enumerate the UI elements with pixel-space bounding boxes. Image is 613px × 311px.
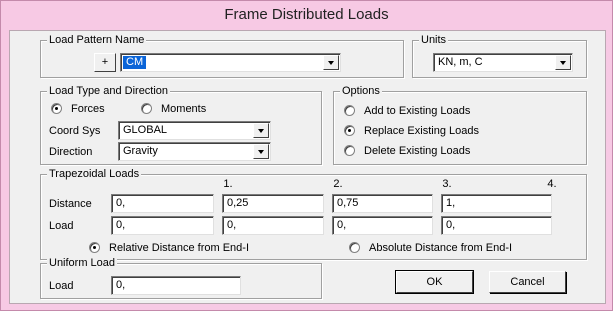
load-type-group: Load Type and Direction Forces Moments C…	[40, 84, 322, 165]
direction-combobox[interactable]: Gravity	[118, 142, 271, 161]
column-header-3: 3.	[442, 178, 452, 190]
options-legend: Options	[340, 84, 382, 98]
moments-label: Moments	[161, 103, 207, 115]
forces-radio[interactable]: Forces	[51, 102, 105, 116]
load-2-input[interactable]: 0,	[222, 216, 324, 235]
delete-existing-radio[interactable]: Delete Existing Loads	[344, 144, 470, 158]
add-load-pattern-button[interactable]: +	[94, 53, 116, 72]
distance-3-input[interactable]: 0,75	[332, 194, 433, 213]
relative-distance-label: Relative Distance from End-I	[109, 242, 249, 254]
delete-existing-label: Delete Existing Loads	[364, 145, 471, 157]
coord-sys-dropdown-button[interactable]	[253, 123, 269, 138]
load-pattern-legend: Load Pattern Name	[47, 33, 147, 47]
column-header-4: 4.	[547, 178, 557, 190]
dialog-client-area: Load Pattern Name + CM Units KN, m, C Lo…	[9, 30, 606, 304]
add-to-existing-radio[interactable]: Add to Existing Loads	[344, 104, 470, 118]
cancel-button[interactable]: Cancel	[489, 271, 566, 293]
units-value: KN, m, C	[438, 56, 483, 68]
radio-indicator	[344, 125, 355, 136]
replace-existing-radio[interactable]: Replace Existing Loads	[344, 124, 479, 138]
direction-dropdown-button[interactable]	[253, 144, 269, 159]
distance-1-input[interactable]: 0,	[111, 194, 214, 213]
trapezoidal-legend: Trapezoidal Loads	[47, 167, 142, 181]
uniform-load-legend: Uniform Load	[47, 256, 118, 270]
units-group: Units KN, m, C	[412, 33, 587, 78]
window-title: Frame Distributed Loads	[1, 1, 612, 29]
add-to-existing-label: Add to Existing Loads	[364, 105, 471, 117]
direction-label: Direction	[49, 146, 93, 158]
load-pattern-value: CM	[123, 56, 147, 69]
radio-indicator	[141, 103, 152, 114]
coord-sys-combobox[interactable]: GLOBAL	[118, 121, 271, 140]
absolute-distance-radio[interactable]: Absolute Distance from End-I	[349, 241, 512, 255]
load-pattern-combobox[interactable]: CM	[120, 53, 341, 72]
load-4-input[interactable]: 0,	[441, 216, 552, 235]
replace-existing-label: Replace Existing Loads	[364, 125, 479, 137]
chevron-down-icon	[560, 61, 566, 65]
chevron-down-icon	[328, 61, 334, 65]
radio-indicator	[89, 242, 100, 253]
distance-4-input[interactable]: 1,	[441, 194, 552, 213]
dialog-window: Frame Distributed Loads Load Pattern Nam…	[0, 0, 613, 311]
uniform-load-input[interactable]: 0,	[111, 276, 241, 295]
load-1-input[interactable]: 0,	[111, 216, 214, 235]
radio-indicator	[51, 103, 62, 114]
chevron-down-icon	[258, 129, 264, 133]
direction-value: Gravity	[123, 145, 158, 157]
distance-2-input[interactable]: 0,25	[222, 194, 324, 213]
column-header-1: 1.	[223, 178, 233, 190]
load-3-input[interactable]: 0,	[332, 216, 433, 235]
uniform-load-label: Load	[49, 280, 74, 292]
load-pattern-dropdown-button[interactable]	[323, 55, 339, 70]
radio-indicator	[344, 145, 355, 156]
coord-sys-value: GLOBAL	[123, 124, 168, 136]
uniform-load-group: Uniform Load Load 0,	[40, 256, 322, 299]
options-group: Options Add to Existing Loads Replace Ex…	[333, 84, 587, 165]
column-header-2: 2.	[333, 178, 343, 190]
coord-sys-label: Coord Sys	[49, 125, 101, 137]
distance-row-label: Distance	[49, 198, 92, 210]
chevron-down-icon	[258, 150, 264, 154]
load-pattern-group: Load Pattern Name + CM	[40, 33, 404, 78]
radio-indicator	[349, 242, 360, 253]
absolute-distance-label: Absolute Distance from End-I	[369, 242, 513, 254]
units-legend: Units	[419, 33, 449, 47]
radio-indicator	[344, 105, 355, 116]
load-type-legend: Load Type and Direction	[47, 84, 171, 98]
trapezoidal-loads-group: Trapezoidal Loads 1. 2. 3. 4. Distance 0…	[40, 167, 587, 260]
moments-radio[interactable]: Moments	[141, 102, 206, 116]
relative-distance-radio[interactable]: Relative Distance from End-I	[89, 241, 249, 255]
forces-label: Forces	[71, 103, 105, 115]
units-dropdown-button[interactable]	[555, 55, 571, 70]
ok-button[interactable]: OK	[395, 270, 474, 294]
load-row-label: Load	[49, 220, 74, 232]
units-combobox[interactable]: KN, m, C	[433, 53, 573, 72]
